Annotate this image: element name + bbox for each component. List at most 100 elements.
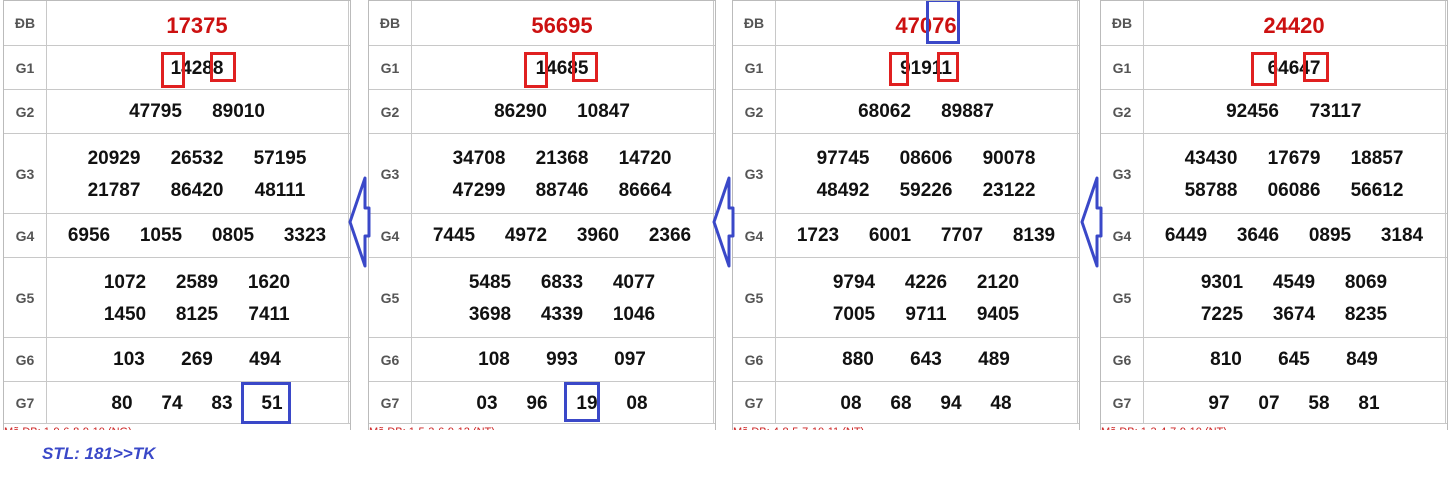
number-g7: 83: [211, 393, 233, 414]
number-g4: 3184: [1380, 225, 1424, 246]
number-g4: 7707: [940, 225, 984, 246]
column-divider: [1077, 1, 1078, 45]
results-panel-1: ĐB 17375 G1 14288 G2 47795 89010 G3 20929 26532 57…: [3, 0, 351, 430]
column-divider: [1445, 90, 1446, 133]
row-label-g3: G3: [733, 134, 776, 213]
results-panel-2: ĐB 56695 G1 14685 G2 86290 10847 G3 34708 21368 14…: [368, 0, 716, 430]
row-label-g2: G2: [733, 90, 776, 133]
row-label-g5: G5: [4, 258, 47, 337]
special-code-footer: Mã ĐB: 1-9-6-8-9-10 (NG): [4, 426, 132, 430]
row-g4: G4 6956 1055 0805 3323: [4, 214, 350, 258]
column-divider: [1445, 258, 1446, 337]
row-g1: G1 14685: [369, 46, 715, 90]
number-g5: 1072: [103, 272, 147, 293]
number-g5: 7005: [832, 304, 876, 325]
number-g6: 494: [249, 349, 281, 370]
column-divider: [1077, 382, 1078, 423]
number-g4: 0895: [1308, 225, 1352, 246]
red-highlight-box: [1303, 52, 1329, 82]
number-g3: 88746: [535, 180, 589, 201]
number-g5: 9711: [905, 304, 947, 325]
number-g7: 58: [1308, 393, 1330, 414]
column-divider: [1077, 258, 1078, 337]
number-g6: 993: [546, 349, 578, 370]
row-label-g5: G5: [369, 258, 412, 337]
number-g4: 6449: [1164, 225, 1208, 246]
row-label-g4: G4: [1101, 214, 1144, 257]
special-prize-number: 24420: [1263, 13, 1325, 38]
number-g3: 18857: [1350, 148, 1404, 169]
number-g7: 08: [626, 393, 648, 414]
number-g6: 880: [842, 349, 874, 370]
row-g6: G6 810 645 849: [1101, 338, 1447, 382]
column-divider: [348, 338, 349, 381]
number-g5: 3674: [1272, 304, 1316, 325]
row-g3: G3 20929 26532 57195 21787 86420 48111: [4, 134, 350, 214]
special-code-footer: Mã ĐB: 1-3-4-7-9-10 (NT): [1101, 426, 1227, 430]
number-g6: 849: [1346, 349, 1378, 370]
number-g7: 68: [890, 393, 912, 414]
number-g3: 97745: [816, 148, 870, 169]
number-g4: 8139: [1012, 225, 1056, 246]
number-g5: 1620: [247, 272, 291, 293]
number-g3: 17679: [1267, 148, 1321, 169]
number-g7: 07: [1258, 393, 1280, 414]
number-g3: 56612: [1350, 180, 1404, 201]
row-g5: G5 9794 4226 2120 7005 9711 9405: [733, 258, 1079, 338]
row-g2: G2 68062 89887: [733, 90, 1079, 134]
number-g2: 68062: [858, 101, 911, 122]
row-db: ĐB 17375: [4, 1, 350, 46]
blue-highlight-box: [926, 1, 960, 44]
number-g3: 48111: [254, 180, 306, 201]
row-label-g6: G6: [4, 338, 47, 381]
column-divider: [1445, 46, 1446, 89]
row-g4: G4 6449 3646 0895 3184: [1101, 214, 1447, 258]
row-label-db: ĐB: [369, 1, 412, 45]
number-g7: 97: [1208, 393, 1230, 414]
number-g3: 23122: [982, 180, 1036, 201]
special-prize-number: 17375: [166, 13, 228, 38]
number-g3: 59226: [899, 180, 953, 201]
number-g5: 4549: [1272, 272, 1316, 293]
number-g3: 43430: [1184, 148, 1238, 169]
results-panel-4: ĐB 24420 G1 64647 G2 92456 73117 G3 43430 17679 18…: [1100, 0, 1448, 430]
number-g4: 6956: [67, 225, 111, 246]
number-g7: 08: [840, 393, 862, 414]
number-g7: 81: [1358, 393, 1380, 414]
number-g5: 4226: [904, 272, 948, 293]
row-db: ĐB 56695: [369, 1, 715, 46]
row-g6: G6 108 993 097: [369, 338, 715, 382]
number-g6: 103: [113, 349, 145, 370]
row-label-g6: G6: [369, 338, 412, 381]
number-g5: 4077: [612, 272, 656, 293]
number-g3: 08606: [899, 148, 953, 169]
row-g3: G3 97745 08606 90078 48492 59226 23122: [733, 134, 1079, 214]
row-db: ĐB 47076: [733, 1, 1079, 46]
row-g1: G1 91911: [733, 46, 1079, 90]
row-g7: G7 03 96 19 08: [369, 382, 715, 424]
red-highlight-box: [1251, 52, 1277, 86]
number-g5: 9301: [1200, 272, 1244, 293]
row-g5: G5 9301 4549 8069 7225 3674 8235: [1101, 258, 1447, 338]
row-label-db: ĐB: [1101, 1, 1144, 45]
number-g2: 86290: [494, 101, 547, 122]
results-table: ĐB 47076 G1 91911 G2 68062 89887 G3 97745 08606 90…: [733, 1, 1079, 424]
number-g4: 7445: [432, 225, 476, 246]
number-g5: 6833: [540, 272, 584, 293]
number-g2: 89887: [941, 101, 994, 122]
number-g5: 5485: [468, 272, 512, 293]
row-label-g1: G1: [4, 46, 47, 89]
left-arrow-icon: [711, 174, 735, 275]
number-g5: 4339: [540, 304, 584, 325]
row-g2: G2 47795 89010: [4, 90, 350, 134]
row-label-g3: G3: [369, 134, 412, 213]
number-g5: 9405: [976, 304, 1020, 325]
row-label-g7: G7: [4, 382, 47, 423]
row-g4: G4 7445 4972 3960 2366: [369, 214, 715, 258]
blue-highlight-box: [564, 382, 600, 422]
column-divider: [713, 338, 714, 381]
row-label-g7: G7: [369, 382, 412, 423]
number-g5: 7411: [248, 304, 290, 325]
red-highlight-box: [210, 52, 236, 82]
row-label-g6: G6: [733, 338, 776, 381]
